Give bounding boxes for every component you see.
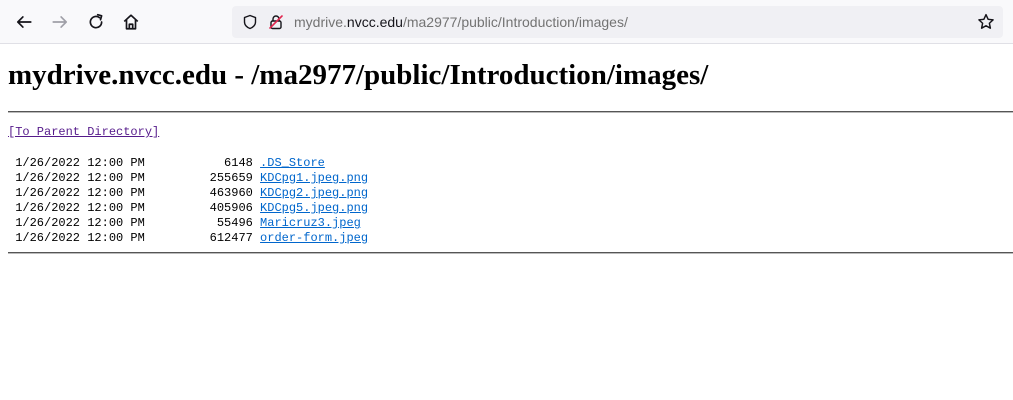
parent-directory-link[interactable]: [To Parent Directory] xyxy=(8,125,1013,140)
file-link[interactable]: order-form.jpeg xyxy=(260,231,368,245)
reload-button[interactable] xyxy=(84,10,108,34)
file-time: 12:00 PM xyxy=(87,201,145,215)
forward-button[interactable] xyxy=(48,10,72,34)
file-link[interactable]: KDCpg1.jpeg.png xyxy=(260,171,368,185)
top-divider xyxy=(8,111,1013,113)
list-item: 1/26/2022 12:00 PM 55496 Maricruz3.jpeg xyxy=(8,216,1013,231)
file-date: 1/26/2022 xyxy=(8,216,88,230)
back-button[interactable] xyxy=(12,10,36,34)
forward-arrow-icon xyxy=(52,16,68,28)
file-link[interactable]: .DS_Store xyxy=(260,156,325,170)
home-button[interactable] xyxy=(119,10,143,34)
home-icon xyxy=(123,14,139,30)
page-title: mydrive.nvcc.edu - /ma2977/public/Introd… xyxy=(8,59,709,91)
file-date: 1/26/2022 xyxy=(8,201,88,215)
directory-listing-page: mydrive.nvcc.edu - /ma2977/public/Introd… xyxy=(0,58,1013,254)
bottom-divider xyxy=(8,252,1013,254)
file-link[interactable]: KDCpg5.jpeg.png xyxy=(260,201,368,215)
shield-icon[interactable] xyxy=(242,14,258,30)
list-item: 1/26/2022 12:00 PM 255659 KDCpg1.jpeg.pn… xyxy=(8,171,1013,186)
file-time: 12:00 PM xyxy=(87,216,145,230)
url-text[interactable]: mydrive.nvcc.edu/ma2977/public/Introduct… xyxy=(294,14,628,30)
file-time: 12:00 PM xyxy=(87,171,145,185)
file-date: 1/26/2022 xyxy=(8,171,88,185)
file-date: 1/26/2022 xyxy=(8,156,88,170)
list-item: 1/26/2022 12:00 PM 612477 order-form.jpe… xyxy=(8,231,1013,246)
browser-toolbar: mydrive.nvcc.edu/ma2977/public/Introduct… xyxy=(0,0,1013,44)
back-arrow-icon xyxy=(16,16,32,28)
url-path: /ma2977/public/Introduction/images/ xyxy=(402,14,628,30)
file-list: 1/26/2022 12:00 PM 6148 .DS_Store 1/26/2… xyxy=(8,156,1013,246)
url-domain: nvcc.edu xyxy=(346,14,403,30)
file-size: 463960 xyxy=(144,186,261,200)
file-time: 12:00 PM xyxy=(87,231,145,245)
file-time: 12:00 PM xyxy=(87,186,145,200)
list-item: 1/26/2022 12:00 PM 405906 KDCpg5.jpeg.pn… xyxy=(8,201,1013,216)
file-link[interactable]: Maricruz3.jpeg xyxy=(260,216,361,230)
file-date: 1/26/2022 xyxy=(8,186,88,200)
list-item: 1/26/2022 12:00 PM 6148 .DS_Store xyxy=(8,156,1013,171)
file-time: 12:00 PM xyxy=(87,156,145,170)
address-bar[interactable]: mydrive.nvcc.edu/ma2977/public/Introduct… xyxy=(232,6,1003,38)
reload-icon xyxy=(89,13,103,29)
file-size: 255659 xyxy=(144,171,261,185)
file-size: 6148 xyxy=(144,156,261,170)
file-date: 1/26/2022 xyxy=(8,231,88,245)
file-size: 612477 xyxy=(144,231,261,245)
insecure-lock-icon[interactable] xyxy=(268,14,284,30)
file-size: 405906 xyxy=(144,201,261,215)
file-size: 55496 xyxy=(144,216,261,230)
list-item: 1/26/2022 12:00 PM 463960 KDCpg2.jpeg.pn… xyxy=(8,186,1013,201)
file-link[interactable]: KDCpg2.jpeg.png xyxy=(260,186,368,200)
bookmark-star-icon[interactable] xyxy=(977,13,995,31)
url-prefix: mydrive. xyxy=(294,14,347,30)
